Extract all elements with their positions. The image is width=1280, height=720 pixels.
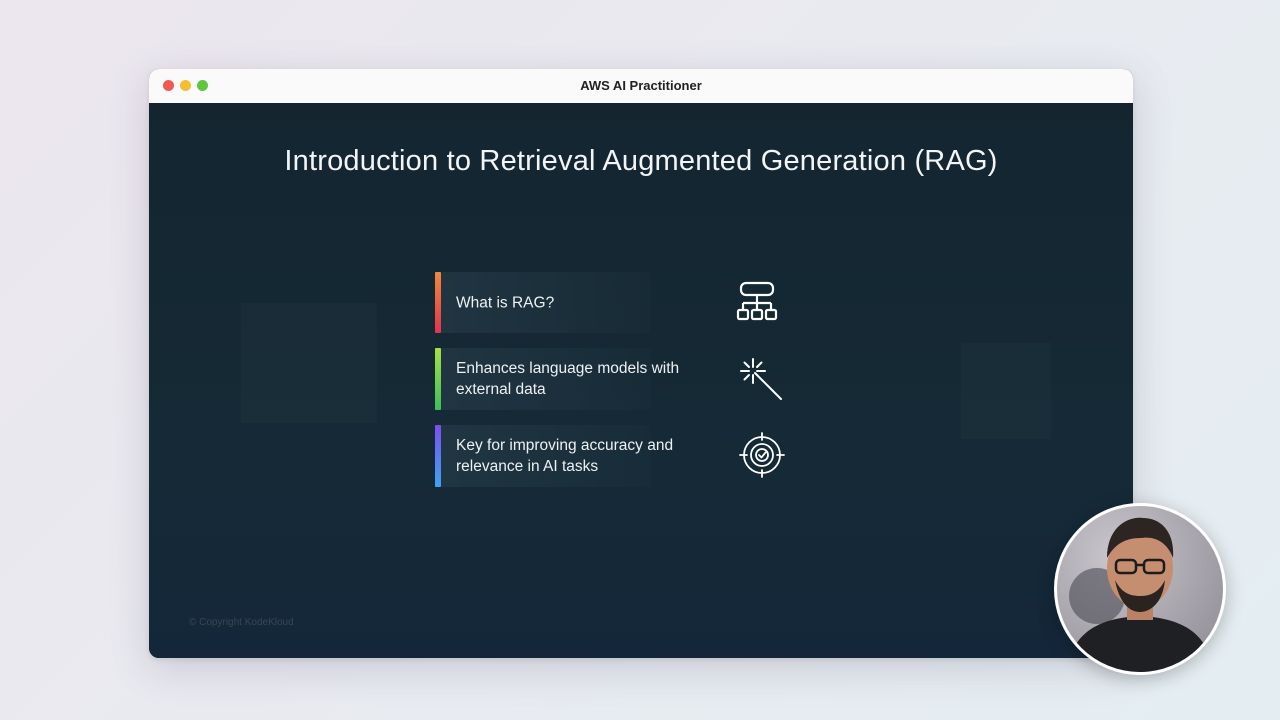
accent-bar bbox=[435, 348, 441, 410]
presenter-avatar bbox=[1054, 503, 1226, 675]
target-check-icon bbox=[739, 432, 785, 478]
bullet-text: Key for improving accuracy and relevance… bbox=[456, 437, 674, 475]
bullet-item: Key for improving accuracy and relevance… bbox=[435, 425, 673, 487]
window-title: AWS AI Practitioner bbox=[580, 78, 702, 93]
hierarchy-icon bbox=[735, 281, 779, 323]
bullet-item: Enhances language models with external d… bbox=[435, 348, 679, 410]
slide-canvas: Introduction to Retrieval Augmented Gene… bbox=[149, 103, 1133, 658]
bullet-item: What is RAG? bbox=[435, 272, 651, 333]
copyright-text: © Copyright KodeKloud bbox=[189, 617, 294, 628]
window-titlebar: AWS AI Practitioner bbox=[149, 69, 1133, 104]
magic-wand-icon bbox=[739, 357, 783, 401]
bullet-text: Enhances language models with external d… bbox=[456, 360, 680, 398]
ghost-artifact bbox=[241, 303, 377, 423]
presentation-window: AWS AI Practitioner Introduction to Retr… bbox=[149, 69, 1133, 658]
slide-title: Introduction to Retrieval Augmented Gene… bbox=[284, 145, 998, 177]
accent-bar bbox=[435, 272, 441, 333]
bullet-text: What is RAG? bbox=[456, 294, 555, 311]
accent-bar bbox=[435, 425, 441, 487]
ghost-artifact bbox=[961, 343, 1051, 439]
